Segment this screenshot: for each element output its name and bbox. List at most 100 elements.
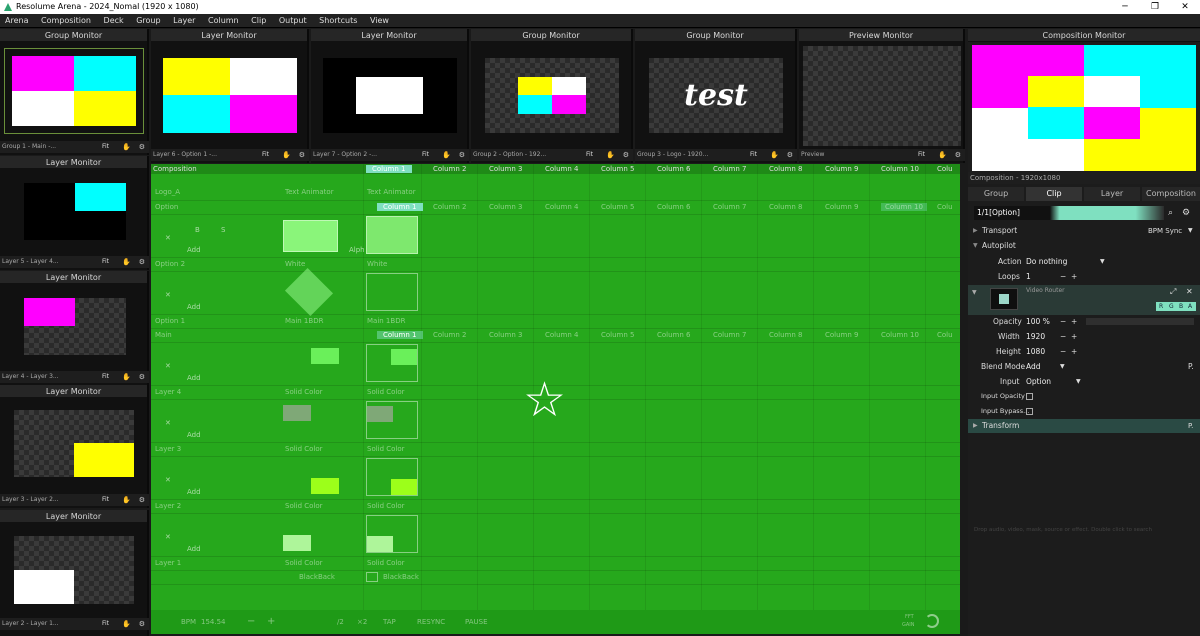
group-name[interactable]: Main (155, 331, 172, 339)
column-header-6[interactable]: Column 6 (657, 165, 691, 173)
bpm-value[interactable]: 154.54 (201, 618, 226, 626)
menu-composition[interactable]: Composition (36, 14, 96, 28)
gear-icon[interactable]: ⚙ (139, 371, 145, 383)
hand-icon[interactable]: ✋ (606, 149, 615, 161)
layer-preview[interactable] (24, 298, 126, 355)
clip-thumbnail[interactable] (366, 216, 418, 254)
width-value[interactable]: 1920 (1026, 329, 1045, 344)
opacity-slider[interactable] (1086, 318, 1194, 325)
gear-icon[interactable]: ⚙ (299, 149, 305, 161)
close-effect-icon[interactable]: ✕ (1186, 287, 1193, 296)
column-header-7b[interactable]: Column 7 (713, 203, 747, 211)
group-name[interactable]: Logo_A (155, 188, 180, 196)
clip-thumbnail[interactable] (366, 458, 418, 496)
layer-name[interactable]: Option 2 (155, 260, 185, 268)
hand-icon[interactable]: ✋ (122, 371, 131, 383)
close-window-button[interactable]: ✕ (1170, 0, 1200, 14)
clip-thumbnail[interactable] (311, 478, 339, 494)
clip-thumbnail[interactable] (284, 267, 334, 317)
column-header-9b[interactable]: Column 9 (825, 203, 859, 211)
bpm-div2-button[interactable]: /2 (337, 618, 344, 626)
gear-icon[interactable]: ⚙ (623, 149, 629, 161)
tab-composition[interactable]: Composition (1142, 187, 1200, 201)
clip-thumbnail[interactable] (366, 572, 378, 582)
layer-name[interactable]: Layer 3 (155, 445, 181, 453)
column-header-4c[interactable]: Column 4 (545, 331, 579, 339)
fit-dropdown[interactable]: Fit (586, 149, 593, 161)
menu-output[interactable]: Output (274, 14, 312, 28)
column-header-7c[interactable]: Column 7 (713, 331, 747, 339)
group-monitor-preview[interactable] (4, 48, 144, 134)
menu-deck[interactable]: Deck (99, 14, 129, 28)
gear-icon[interactable]: ⚙ (787, 149, 793, 161)
column-header-9[interactable]: Column 9 (825, 165, 859, 173)
column-header-main[interactable]: Column 1 (377, 331, 423, 339)
clear-layer-button[interactable]: ✕ (165, 533, 171, 541)
video-router-effect[interactable]: ▼ Video Router ⤢ ✕ R G B A (968, 285, 1200, 315)
width-minus-button[interactable]: − (1060, 329, 1066, 344)
column-header-2c[interactable]: Column 2 (433, 331, 467, 339)
height-value[interactable]: 1080 (1026, 344, 1045, 359)
gear-icon[interactable]: ⚙ (139, 494, 145, 506)
param-menu-icon[interactable]: P. (1188, 419, 1193, 433)
layer-add-dropdown[interactable]: Add (187, 246, 201, 254)
transform-section[interactable]: ▶ Transform P. (968, 419, 1200, 433)
blend-mode-dropdown[interactable]: Add (1026, 359, 1041, 374)
tab-clip[interactable]: Clip (1026, 187, 1082, 201)
column-header-8c[interactable]: Column 8 (769, 331, 803, 339)
hand-icon[interactable]: ✋ (770, 149, 779, 161)
column-header-10b[interactable]: Column 10 (881, 203, 927, 211)
column-header-9c[interactable]: Column 9 (825, 331, 859, 339)
hand-icon[interactable]: ✋ (122, 618, 131, 630)
transform-handles[interactable] (4, 48, 144, 134)
column-header-11[interactable]: Colu (937, 165, 953, 173)
layer-preview[interactable] (323, 58, 457, 133)
clip-name-field[interactable]: 1/1[Option] (974, 206, 1164, 220)
menu-shortcuts[interactable]: Shortcuts (314, 14, 362, 28)
column-header-6c[interactable]: Column 6 (657, 331, 691, 339)
gear-icon[interactable]: ⚙ (139, 141, 145, 153)
layer-preview[interactable] (14, 410, 134, 477)
param-menu-icon[interactable]: P. (1188, 359, 1194, 374)
maximize-button[interactable]: ❐ (1140, 0, 1170, 14)
tap-button[interactable]: TAP (383, 618, 396, 626)
fit-dropdown[interactable]: Fit (918, 149, 925, 161)
layer-add-dropdown[interactable]: Add (187, 488, 201, 496)
rgba-toggles[interactable]: R G B A (1156, 302, 1196, 311)
pause-button[interactable]: PAUSE (465, 618, 488, 626)
transport-section[interactable]: ▶ Transport BPM Sync ▼ (968, 224, 1200, 238)
expand-icon[interactable]: ⤢ (1170, 287, 1176, 297)
layer-preview[interactable] (163, 58, 297, 133)
clip-thumbnail[interactable] (366, 273, 418, 311)
column-header-3c[interactable]: Column 3 (489, 331, 523, 339)
column-header-4[interactable]: Column 4 (545, 165, 579, 173)
gear-icon[interactable]: ⚙ (139, 256, 145, 268)
bpm-sync-dropdown[interactable]: BPM Sync (1148, 224, 1182, 238)
layer-preview[interactable] (14, 536, 134, 604)
loops-plus-button[interactable]: + (1071, 269, 1077, 284)
menu-layer[interactable]: Layer (168, 14, 200, 28)
fit-dropdown[interactable]: Fit (102, 141, 109, 153)
layer-add-dropdown[interactable]: Add (187, 374, 201, 382)
column-header-2[interactable]: Column 2 (433, 165, 467, 173)
group-preview[interactable] (485, 58, 619, 133)
fit-dropdown[interactable]: Fit (422, 149, 429, 161)
fit-dropdown[interactable]: Fit (262, 149, 269, 161)
column-header-3[interactable]: Column 3 (489, 165, 523, 173)
resync-button[interactable]: RESYNC (417, 618, 445, 626)
column-header-10[interactable]: Column 10 (881, 165, 919, 173)
gear-icon[interactable]: ⚙ (459, 149, 465, 161)
gear-icon[interactable]: ⚙ (139, 618, 145, 630)
layer-name[interactable]: Layer 4 (155, 388, 181, 396)
column-header-5c[interactable]: Column 5 (601, 331, 635, 339)
layer-add-dropdown[interactable]: Add (187, 431, 201, 439)
height-plus-button[interactable]: + (1071, 344, 1077, 359)
column-header-2b[interactable]: Column 2 (433, 203, 467, 211)
fit-dropdown[interactable]: Fit (102, 256, 109, 268)
menu-group[interactable]: Group (131, 14, 165, 28)
clear-layer-button[interactable]: ✕ (165, 476, 171, 484)
column-header-10c[interactable]: Column 10 (881, 331, 919, 339)
column-header-11b[interactable]: Colu (937, 203, 953, 211)
group-preview[interactable]: test (649, 58, 783, 133)
column-header-1[interactable]: Column 1 (366, 165, 412, 173)
